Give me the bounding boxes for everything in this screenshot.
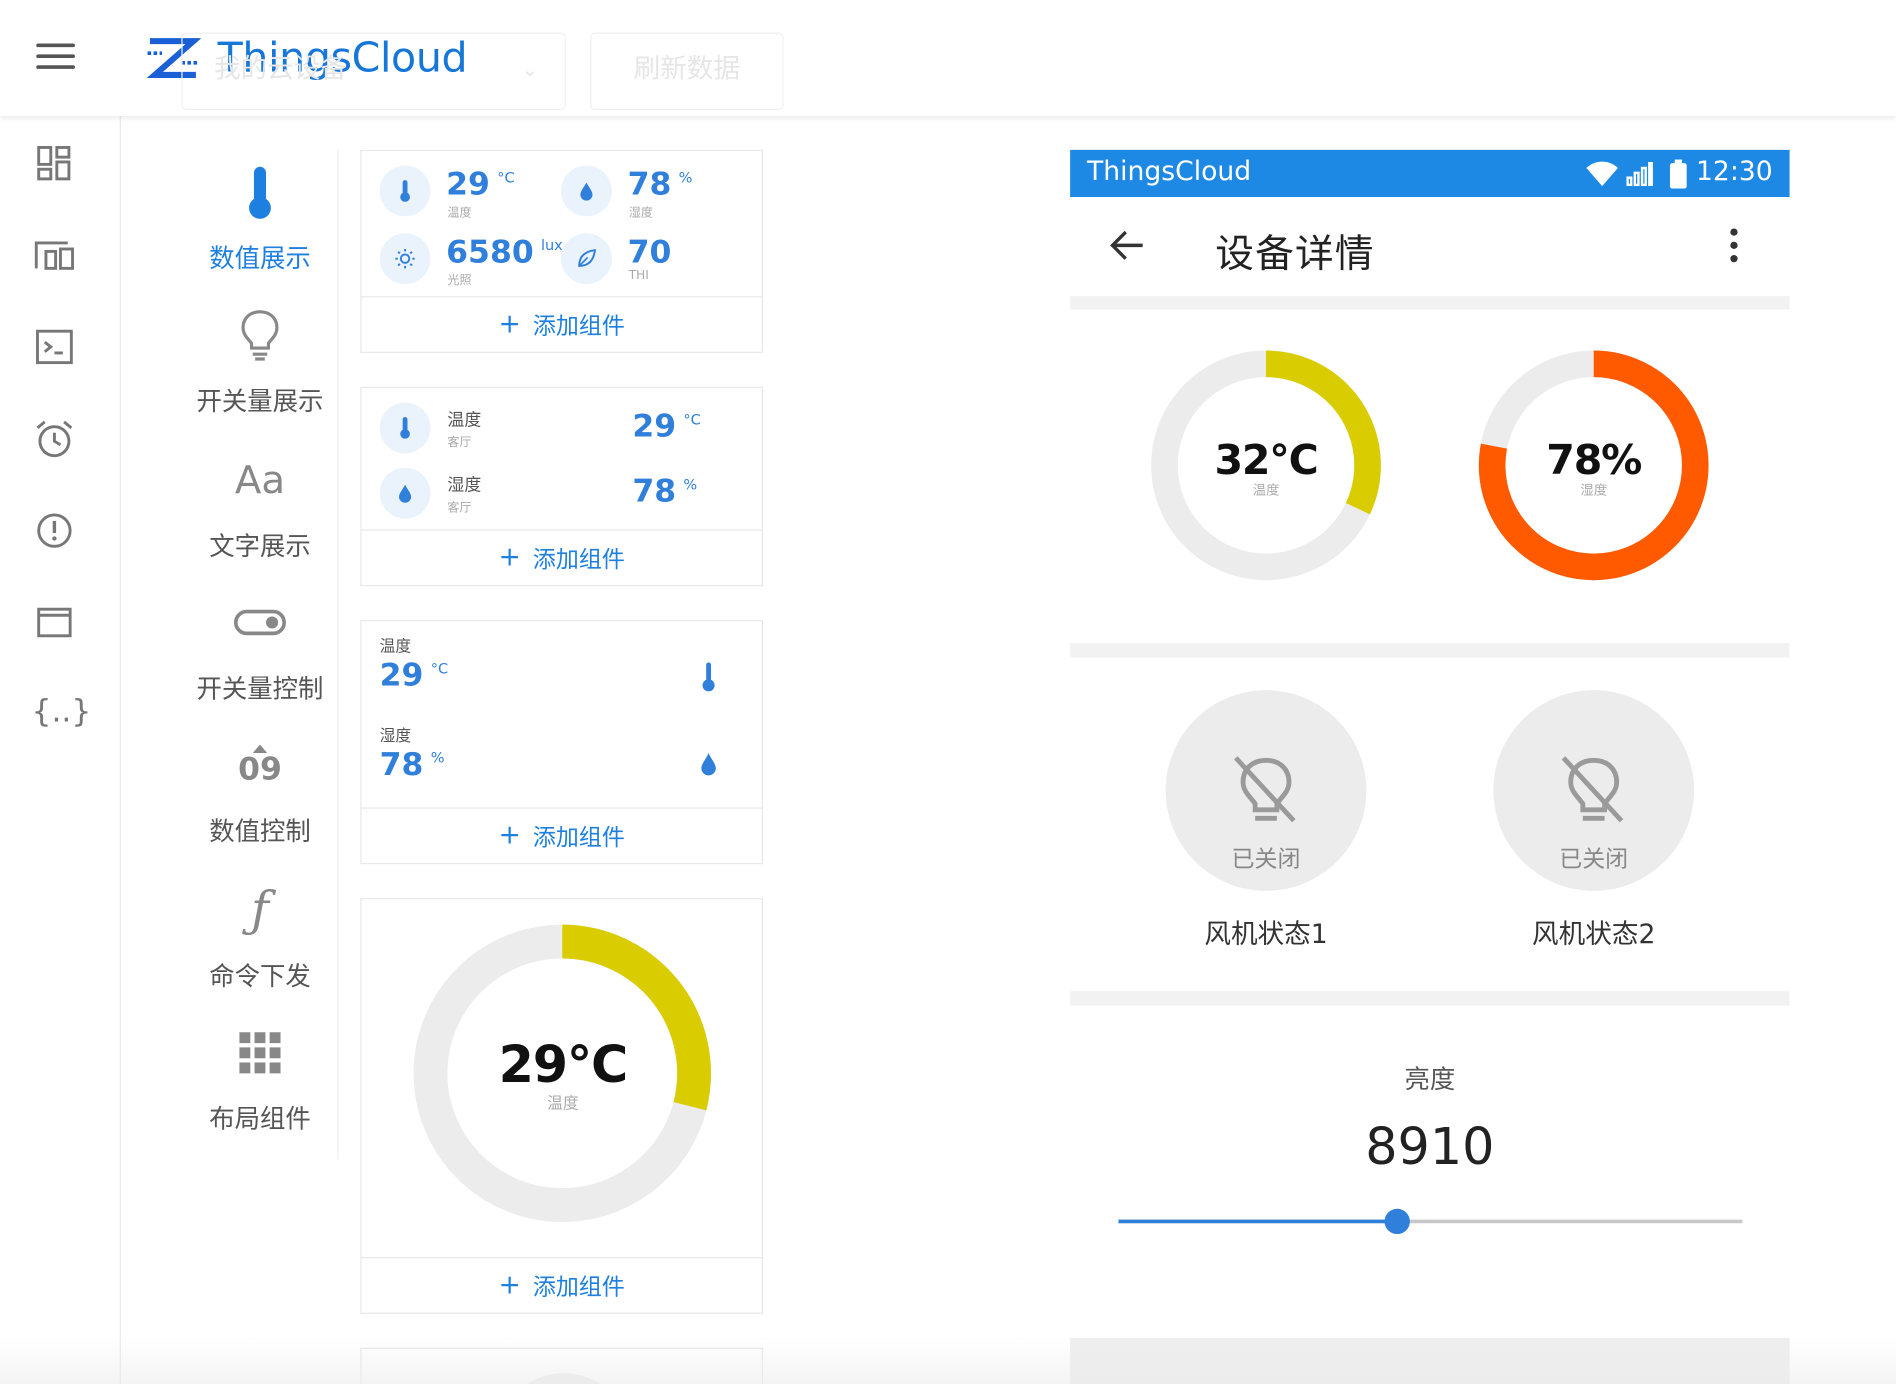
humidity-value: 78%	[379, 746, 445, 784]
water-drop-icon	[701, 753, 716, 776]
battery-icon	[1669, 159, 1687, 189]
fan-name: 风机状态2	[1532, 919, 1656, 951]
plus-icon: +	[498, 1270, 521, 1301]
bulb-off-icon	[1234, 756, 1296, 823]
devices-icon[interactable]	[31, 232, 77, 278]
palette-item-text-display[interactable]: Aa 文字展示	[181, 450, 338, 564]
phone-preview: ThingsCloud 12:30 设备详情 32°C 温度 78% 湿度 已关…	[1070, 149, 1790, 1384]
palette-item-switch-display[interactable]: 开关量展示	[181, 305, 338, 419]
status-bar: ThingsCloud 12:30	[1070, 149, 1790, 198]
sun-icon	[379, 233, 431, 285]
device-select[interactable]: 我的云设备 ⌄	[181, 32, 566, 110]
widget-card-room-values[interactable]: 温度 客厅 29 °C 湿度 客厅 78% + 添加组件	[360, 386, 763, 587]
left-rail: {..}	[0, 116, 121, 1384]
widget-card-next[interactable]	[360, 1347, 763, 1384]
leaf-icon	[561, 233, 612, 285]
number-stepper-icon: 09	[238, 751, 282, 789]
add-widget-button[interactable]: + 添加组件	[361, 1257, 762, 1313]
palette-item-command[interactable]: ƒ 命令下发	[181, 880, 338, 994]
humidity-value: 78%	[627, 166, 693, 204]
page-title: 设备详情	[1215, 230, 1375, 277]
palette-item-number-control[interactable]: 09 数值控制	[181, 735, 338, 849]
alert-icon[interactable]	[31, 508, 77, 554]
palette-item-numeric-display[interactable]: 数值展示	[181, 162, 338, 276]
menu-icon[interactable]	[36, 43, 75, 71]
water-drop-icon	[379, 467, 431, 519]
thermometer-icon	[379, 165, 431, 217]
gauge-label: 温度	[1252, 482, 1280, 498]
thermometer-icon	[379, 402, 431, 454]
widget-palette: 数值展示 开关量展示 Aa 文字展示 开关量控制 09 数值控制 ƒ 命令下发 …	[181, 149, 339, 1160]
function-icon: ƒ	[251, 882, 269, 938]
thermometer-icon	[249, 166, 271, 219]
brightness-value: 8910	[1365, 1116, 1495, 1177]
window-icon[interactable]	[31, 600, 77, 646]
room-temperature-value: 29 °C	[632, 408, 701, 445]
add-widget-button[interactable]: + 添加组件	[361, 807, 762, 863]
bulb-icon	[241, 310, 279, 361]
palette-item-switch-control[interactable]: 开关量控制	[181, 592, 338, 706]
palette-item-layout[interactable]: 布局组件	[181, 1023, 338, 1137]
alarm-clock-icon[interactable]	[31, 416, 77, 462]
gauge-value: 78%	[1546, 436, 1642, 485]
slider-fill	[1118, 1219, 1397, 1224]
toggle-icon	[233, 609, 286, 636]
fan-name: 风机状态1	[1204, 919, 1328, 951]
thi-value: 70	[627, 234, 672, 271]
widget-card-gauge[interactable]: 29°C 温度 + 添加组件	[360, 898, 763, 1314]
dashboard-icon[interactable]	[31, 140, 77, 186]
refresh-button[interactable]: 刷新数据	[590, 32, 784, 110]
light-value: 6580 lux	[446, 234, 563, 271]
slider-thumb[interactable]	[1384, 1208, 1410, 1235]
gauge-label: 温度	[547, 1095, 579, 1114]
brightness-slider[interactable]	[1118, 1205, 1743, 1239]
signal-icon	[1626, 161, 1653, 187]
plus-icon: +	[498, 542, 521, 573]
gauge-value: 32°C	[1214, 436, 1318, 485]
add-widget-button[interactable]: + 添加组件	[361, 296, 762, 352]
add-widget-button[interactable]: + 添加组件	[361, 529, 762, 585]
widget-card-multi-value[interactable]: 29 °C 温度 78% 湿度 6580 lux 光照 70 THI + 添加组件	[360, 149, 763, 353]
gauge-value: 29°C	[498, 1034, 629, 1094]
bulb-off-icon	[1561, 756, 1624, 823]
app-bar: 设备详情	[1070, 197, 1789, 296]
widget-card-labeled-values[interactable]: 温度 29 °C 湿度 78% + 添加组件	[360, 620, 763, 865]
text-aa-icon: Aa	[234, 456, 286, 503]
back-arrow-icon[interactable]	[1109, 228, 1145, 262]
chevron-down-icon: ⌄	[521, 58, 539, 81]
grid-icon	[239, 1032, 281, 1074]
gauge-label: 湿度	[1580, 482, 1608, 498]
room-humidity-value: 78%	[632, 473, 698, 511]
brightness-label: 亮度	[1404, 1064, 1456, 1094]
plus-icon: +	[498, 309, 521, 340]
code-braces-icon[interactable]: {..}	[31, 689, 91, 735]
terminal-icon[interactable]	[31, 324, 77, 370]
plus-icon: +	[498, 820, 521, 851]
temperature-value: 29 °C	[446, 166, 515, 204]
wifi-icon	[1586, 161, 1618, 187]
water-drop-icon	[561, 165, 612, 217]
thermometer-icon	[702, 662, 715, 692]
more-vertical-icon[interactable]	[1727, 226, 1742, 265]
temperature-value: 29 °C	[379, 657, 449, 694]
